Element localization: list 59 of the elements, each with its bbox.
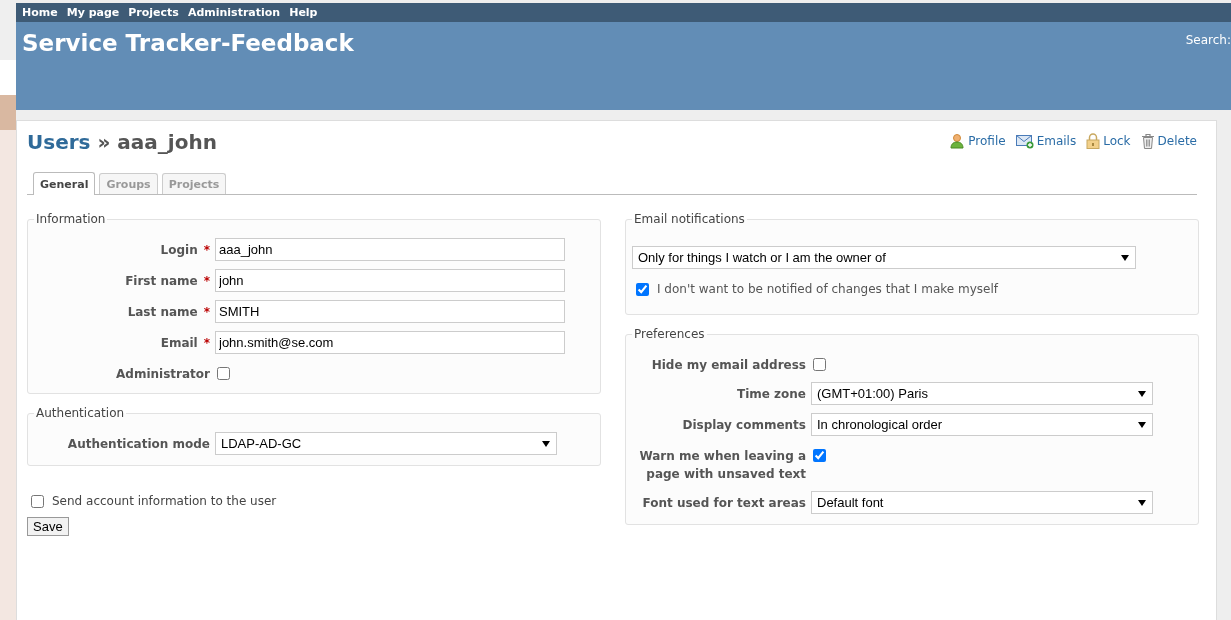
caret-icon — [1138, 421, 1146, 428]
field-label: Hide my email address — [651, 357, 806, 374]
text-field[interactable]: john.smith@se.com — [215, 331, 565, 354]
padlock-icon — [1086, 133, 1101, 149]
person-icon — [949, 133, 966, 149]
checkbox[interactable] — [813, 449, 826, 462]
checkbox[interactable] — [813, 358, 826, 371]
select-field[interactable]: Only for things I watch or I am the owner of — [632, 246, 1136, 269]
checkbox[interactable] — [31, 494, 44, 508]
field-label: Warn me when leaving a page with unsaved text — [638, 448, 806, 483]
checkbox-label: Send account information to the user — [52, 494, 277, 508]
field-label: First name — [125, 273, 198, 290]
text-field[interactable]: aaa_john — [215, 238, 565, 261]
select-field[interactable]: (GMT+01:00) Paris — [811, 382, 1153, 405]
text-field[interactable]: john — [215, 269, 565, 292]
top-menu-link[interactable]: Home — [22, 6, 58, 19]
page-title: Users » aaa_john — [27, 129, 217, 154]
section-legend: Preferences — [632, 327, 707, 341]
checkbox-label: I don't want to be notified of changes that I make myself — [657, 282, 998, 296]
top-menu-link[interactable]: Projects — [128, 6, 179, 19]
top-menu-link[interactable]: Help — [289, 6, 318, 19]
field-label: Display comments — [682, 417, 806, 434]
required-mark: * — [203, 335, 210, 352]
field-label: Time zone — [736, 386, 806, 403]
select-field[interactable]: In chronological order — [811, 413, 1153, 436]
action-link[interactable]: Profile — [949, 133, 1006, 149]
tab[interactable]: General — [33, 172, 96, 195]
required-mark: * — [203, 242, 210, 259]
section-legend: Email notifications — [632, 212, 747, 226]
checkbox[interactable] — [217, 367, 230, 380]
field-label: Font used for text areas — [642, 495, 806, 512]
text-field[interactable]: SMITH — [215, 300, 565, 323]
action-link[interactable]: Lock — [1086, 133, 1131, 149]
top-menu-link[interactable]: Administration — [187, 6, 281, 19]
breadcrumb-link[interactable]: Users — [27, 130, 91, 154]
required-mark: * — [203, 304, 210, 321]
select-field[interactable]: LDAP-AD-GC — [215, 432, 557, 455]
top-menu-link[interactable]: My page — [66, 6, 120, 19]
checkbox[interactable] — [636, 282, 649, 296]
trash-icon — [1140, 133, 1155, 149]
action-link[interactable]: Emails — [1015, 133, 1077, 149]
search-label: Search: — [1185, 33, 1231, 47]
action-link[interactable]: Delete — [1140, 133, 1197, 149]
section-legend: Authentication — [34, 406, 127, 420]
section-legend: Information — [34, 212, 108, 226]
select-field[interactable]: Default font — [811, 491, 1153, 514]
field-label: Email — [160, 335, 198, 352]
caret-icon — [1138, 390, 1146, 397]
field-label: Administrator — [116, 366, 210, 383]
caret-icon — [1121, 254, 1129, 261]
field-label: Authentication mode — [67, 436, 210, 453]
caret-icon — [542, 440, 550, 447]
site-title: Service Tracker-Feedback — [22, 30, 354, 56]
field-label: Last name — [127, 304, 198, 321]
envelope-plus-icon — [1015, 133, 1034, 149]
caret-icon — [1138, 499, 1146, 506]
field-label: Login — [160, 242, 198, 259]
required-mark: * — [203, 273, 210, 290]
save-button[interactable]: Save — [27, 517, 69, 536]
